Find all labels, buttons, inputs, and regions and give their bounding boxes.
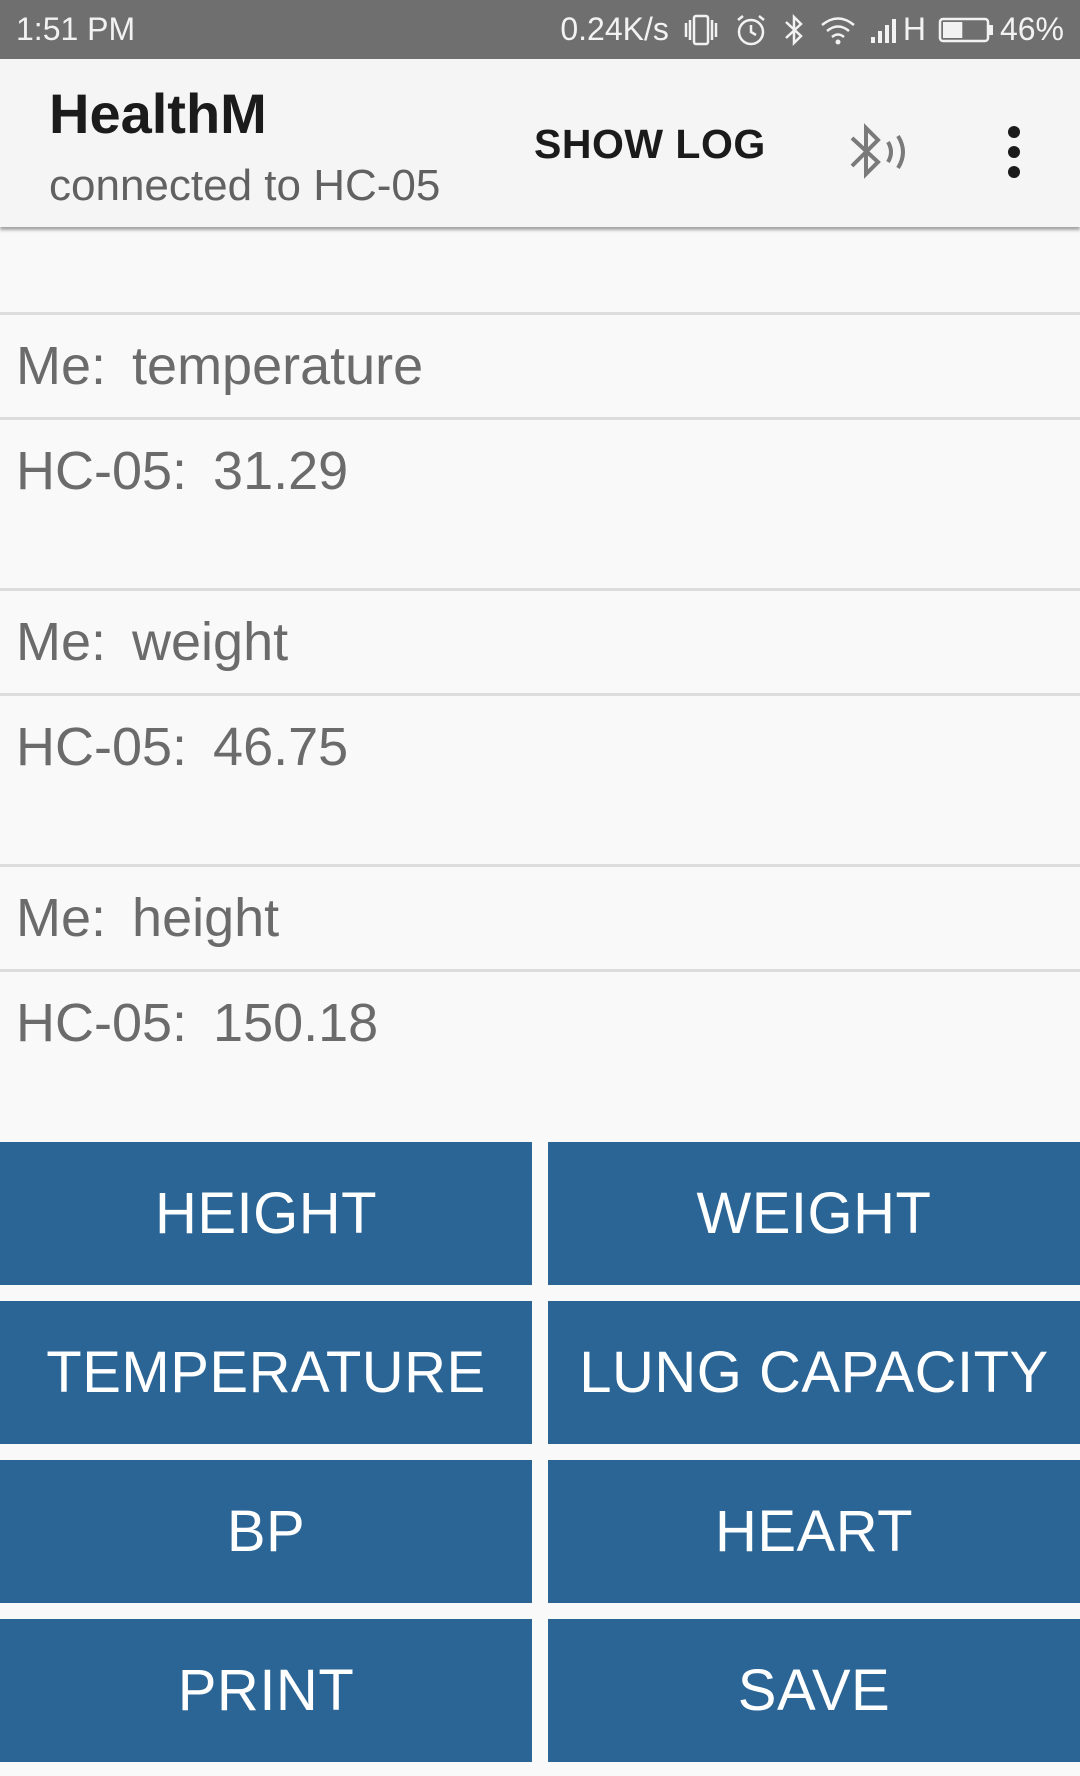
list-item: HC-05: 46.75	[0, 693, 1080, 864]
message-text: 150.18	[213, 993, 379, 1053]
height-button[interactable]: HEIGHT	[0, 1142, 532, 1285]
battery-percent: 46%	[999, 11, 1064, 47]
status-icons: 0.24K/s H 46%	[560, 11, 1064, 48]
message-text: height	[132, 888, 280, 948]
show-log-button[interactable]: SHOW LOG	[534, 121, 766, 168]
network-type: H	[902, 11, 926, 47]
print-button[interactable]: PRINT	[0, 1619, 532, 1762]
bluetooth-connected-icon	[842, 120, 914, 189]
battery-icon	[938, 16, 994, 44]
bp-button[interactable]: BP	[0, 1460, 532, 1603]
message-list[interactable]: Me: temperature HC-05: 31.29 Me: weight HC-…	[0, 227, 1080, 1142]
signal-icon	[869, 15, 899, 45]
message-text: weight	[132, 612, 289, 672]
heart-button[interactable]: HEART	[548, 1460, 1080, 1603]
overflow-menu-button[interactable]	[990, 114, 1038, 194]
message-sender: Me:	[16, 612, 107, 672]
list-item: HC-05: 150.18	[0, 969, 1080, 1142]
list-item: Me: weight	[0, 588, 1080, 693]
alarm-icon	[733, 12, 769, 48]
message-sender: HC-05:	[16, 441, 188, 501]
message-text: temperature	[132, 336, 424, 396]
message-text: 31.29	[213, 441, 349, 501]
measurement-buttons: HEIGHT WEIGHT TEMPERATURE LUNG CAPACITY …	[0, 1142, 1080, 1776]
message-sender: Me:	[16, 888, 107, 948]
list-item: Me: height	[0, 864, 1080, 969]
message-sender: HC-05:	[16, 993, 188, 1053]
wifi-icon	[819, 14, 857, 46]
save-button[interactable]: SAVE	[548, 1619, 1080, 1762]
status-bar: 1:51 PM 0.24K/s H 46%	[0, 0, 1080, 59]
app-title: HealthM	[49, 82, 267, 145]
app-bar: HealthM connected to HC-05 SHOW LOG	[0, 59, 1080, 227]
connection-subtitle: connected to HC-05	[49, 161, 441, 210]
list-item: Me: temperature	[0, 312, 1080, 417]
status-time: 1:51 PM	[16, 11, 136, 47]
message-text: 46.75	[213, 717, 349, 777]
message-sender: Me:	[16, 336, 107, 396]
bluetooth-connect-button[interactable]	[838, 114, 918, 194]
message-sender: HC-05:	[16, 717, 188, 777]
lung-capacity-button[interactable]: LUNG CAPACITY	[548, 1301, 1080, 1444]
vibrate-icon	[681, 12, 721, 48]
more-vert-icon	[1004, 124, 1024, 185]
temperature-button[interactable]: TEMPERATURE	[0, 1301, 532, 1444]
bluetooth-icon	[781, 12, 807, 48]
network-speed: 0.24K/s	[560, 11, 669, 47]
weight-button[interactable]: WEIGHT	[548, 1142, 1080, 1285]
list-item: HC-05: 31.29	[0, 417, 1080, 588]
